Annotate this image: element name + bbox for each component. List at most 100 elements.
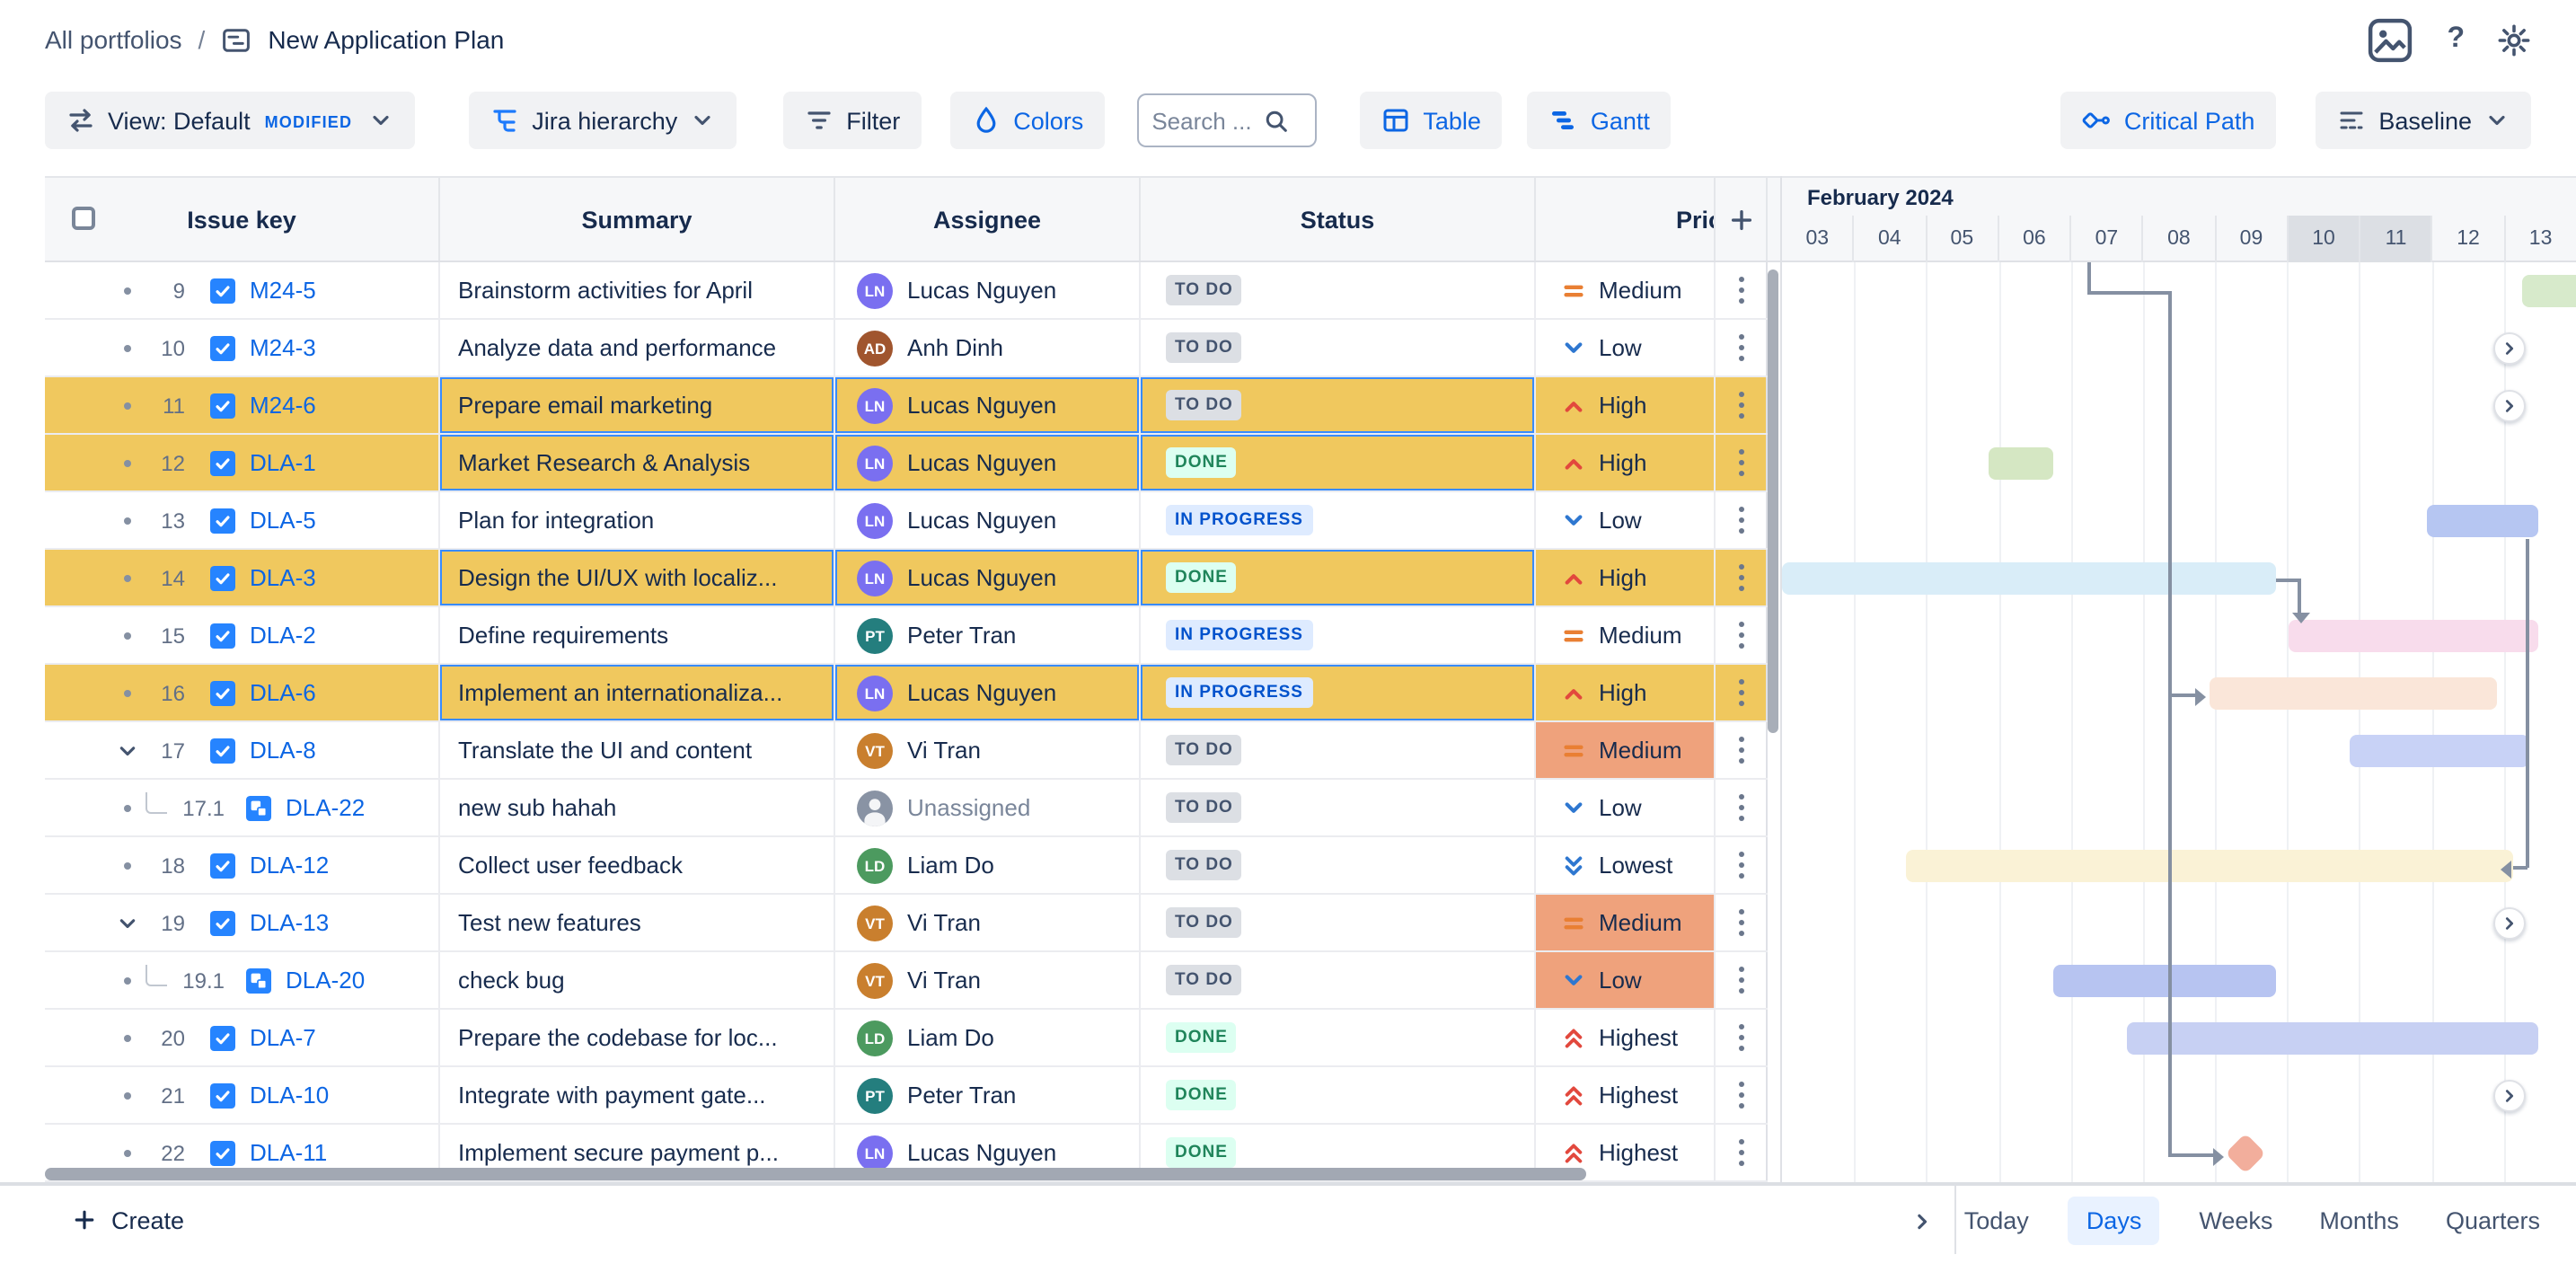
- status-cell[interactable]: TO DO: [1141, 262, 1536, 318]
- issue-key-link[interactable]: DLA-1: [250, 449, 316, 476]
- issue-key-link[interactable]: M24-5: [250, 277, 316, 304]
- issue-key-link[interactable]: M24-6: [250, 392, 316, 419]
- expand-panel-button[interactable]: [1904, 1204, 1940, 1240]
- zoom-option-days[interactable]: Days: [2069, 1196, 2160, 1244]
- export-view-button[interactable]: [2366, 15, 2414, 64]
- select-all-checkbox[interactable]: [72, 207, 95, 230]
- summary-cell[interactable]: Integrate with payment gate...: [440, 1067, 835, 1123]
- filter-button[interactable]: Filter: [783, 92, 922, 149]
- table-row[interactable]: 19.1 DLA-20 check bug VT Vi Tran TO DO L…: [45, 952, 1768, 1010]
- summary-cell[interactable]: Analyze data and performance: [440, 320, 835, 375]
- issue-key-link[interactable]: DLA-5: [250, 507, 316, 534]
- row-more-options-button[interactable]: [1716, 1125, 1768, 1180]
- table-row[interactable]: 9 M24-5 Brainstorm activities for April …: [45, 262, 1768, 320]
- gantt-bar[interactable]: [1989, 447, 2053, 480]
- table-row[interactable]: 21 DLA-10 Integrate with payment gate...…: [45, 1067, 1768, 1125]
- priority-cell[interactable]: Medium: [1536, 895, 1716, 950]
- row-more-options-button[interactable]: [1716, 722, 1768, 778]
- table-row[interactable]: 17.1 DLA-22 new sub hahah Unassigned TO …: [45, 780, 1768, 837]
- issue-key-link[interactable]: M24-3: [250, 334, 316, 361]
- colors-button[interactable]: Colors: [950, 92, 1105, 149]
- issue-key-link[interactable]: DLA-22: [286, 794, 365, 821]
- table-row[interactable]: 17 DLA-8 Translate the UI and content VT…: [45, 722, 1768, 780]
- status-cell[interactable]: IN PROGRESS: [1141, 665, 1536, 720]
- row-more-options-button[interactable]: [1716, 262, 1768, 318]
- table-row[interactable]: 14 DLA-3 Design the UI/UX with localiz..…: [45, 550, 1768, 607]
- status-cell[interactable]: IN PROGRESS: [1141, 607, 1536, 663]
- summary-cell[interactable]: Translate the UI and content: [440, 722, 835, 778]
- assignee-cell[interactable]: LN Lucas Nguyen: [835, 550, 1141, 605]
- summary-cell[interactable]: Prepare email marketing: [440, 377, 835, 433]
- status-cell[interactable]: DONE: [1141, 435, 1536, 490]
- assignee-cell[interactable]: LN Lucas Nguyen: [835, 262, 1141, 318]
- summary-cell[interactable]: check bug: [440, 952, 835, 1008]
- table-row[interactable]: 13 DLA-5 Plan for integration LN Lucas N…: [45, 492, 1768, 550]
- status-cell[interactable]: TO DO: [1141, 837, 1536, 893]
- issue-key-link[interactable]: DLA-12: [250, 852, 329, 879]
- assignee-cell[interactable]: LD Liam Do: [835, 1010, 1141, 1065]
- issue-key-link[interactable]: DLA-8: [250, 737, 316, 764]
- gantt-bar[interactable]: [2427, 505, 2538, 537]
- zoom-option-months[interactable]: Months: [2312, 1196, 2406, 1244]
- create-button[interactable]: Create: [72, 1186, 184, 1254]
- assignee-cell[interactable]: LN Lucas Nguyen: [835, 665, 1141, 720]
- assignee-cell[interactable]: VT Vi Tran: [835, 895, 1141, 950]
- priority-cell[interactable]: Medium: [1536, 262, 1716, 318]
- summary-cell[interactable]: Define requirements: [440, 607, 835, 663]
- scroll-to-bar-button[interactable]: [2493, 1080, 2526, 1112]
- assignee-cell[interactable]: PT Peter Tran: [835, 607, 1141, 663]
- row-more-options-button[interactable]: [1716, 895, 1768, 950]
- issue-key-link[interactable]: DLA-3: [250, 564, 316, 591]
- status-cell[interactable]: TO DO: [1141, 722, 1536, 778]
- status-cell[interactable]: TO DO: [1141, 952, 1536, 1008]
- priority-cell[interactable]: High: [1536, 435, 1716, 490]
- status-cell[interactable]: TO DO: [1141, 377, 1536, 433]
- issue-key-link[interactable]: DLA-6: [250, 679, 316, 706]
- status-cell[interactable]: DONE: [1141, 550, 1536, 605]
- summary-cell[interactable]: Collect user feedback: [440, 837, 835, 893]
- expand-chevron-icon[interactable]: [113, 738, 142, 763]
- gantt-bar[interactable]: [1782, 562, 2276, 595]
- assignee-cell[interactable]: LD Liam Do: [835, 837, 1141, 893]
- row-more-options-button[interactable]: [1716, 377, 1768, 433]
- gantt-milestone[interactable]: [2225, 1133, 2265, 1173]
- row-more-options-button[interactable]: [1716, 952, 1768, 1008]
- gantt-view-button[interactable]: Gantt: [1528, 92, 1672, 149]
- priority-cell[interactable]: Highest: [1536, 1067, 1716, 1123]
- table-row[interactable]: 16 DLA-6 Implement an internationaliza..…: [45, 665, 1768, 722]
- status-cell[interactable]: TO DO: [1141, 320, 1536, 375]
- assignee-cell[interactable]: LN Lucas Nguyen: [835, 377, 1141, 433]
- assignee-cell[interactable]: PT Peter Tran: [835, 1067, 1141, 1123]
- issue-key-link[interactable]: DLA-13: [250, 909, 329, 936]
- row-more-options-button[interactable]: [1716, 607, 1768, 663]
- summary-cell[interactable]: Market Research & Analysis: [440, 435, 835, 490]
- priority-cell[interactable]: High: [1536, 377, 1716, 433]
- priority-cell[interactable]: High: [1536, 550, 1716, 605]
- table-row[interactable]: 11 M24-6 Prepare email marketing LN Luca…: [45, 377, 1768, 435]
- priority-cell[interactable]: Lowest: [1536, 837, 1716, 893]
- table-row[interactable]: 20 DLA-7 Prepare the codebase for loc...…: [45, 1010, 1768, 1067]
- assignee-cell[interactable]: AD Anh Dinh: [835, 320, 1141, 375]
- baseline-button[interactable]: Baseline: [2316, 92, 2531, 149]
- gantt-bar[interactable]: [2289, 620, 2538, 652]
- issue-key-link[interactable]: DLA-10: [250, 1082, 329, 1109]
- row-more-options-button[interactable]: [1716, 320, 1768, 375]
- assignee-cell[interactable]: VT Vi Tran: [835, 952, 1141, 1008]
- gantt-bar[interactable]: [1906, 850, 2513, 882]
- scroll-to-bar-button[interactable]: [2493, 390, 2526, 422]
- table-row[interactable]: 10 M24-3 Analyze data and performance AD…: [45, 320, 1768, 377]
- zoom-option-quarters[interactable]: Quarters: [2439, 1196, 2547, 1244]
- assignee-cell[interactable]: VT Vi Tran: [835, 722, 1141, 778]
- row-more-options-button[interactable]: [1716, 1067, 1768, 1123]
- row-more-options-button[interactable]: [1716, 1010, 1768, 1065]
- settings-button[interactable]: [2497, 22, 2531, 57]
- gantt-bar[interactable]: [2350, 735, 2529, 767]
- row-more-options-button[interactable]: [1716, 837, 1768, 893]
- priority-cell[interactable]: Low: [1536, 952, 1716, 1008]
- vertical-scrollbar[interactable]: [1768, 269, 1778, 733]
- hierarchy-selector-button[interactable]: Jira hierarchy: [469, 92, 737, 149]
- priority-cell[interactable]: Medium: [1536, 607, 1716, 663]
- summary-cell[interactable]: new sub hahah: [440, 780, 835, 835]
- table-row[interactable]: 12 DLA-1 Market Research & Analysis LN L…: [45, 435, 1768, 492]
- assignee-cell[interactable]: Unassigned: [835, 780, 1141, 835]
